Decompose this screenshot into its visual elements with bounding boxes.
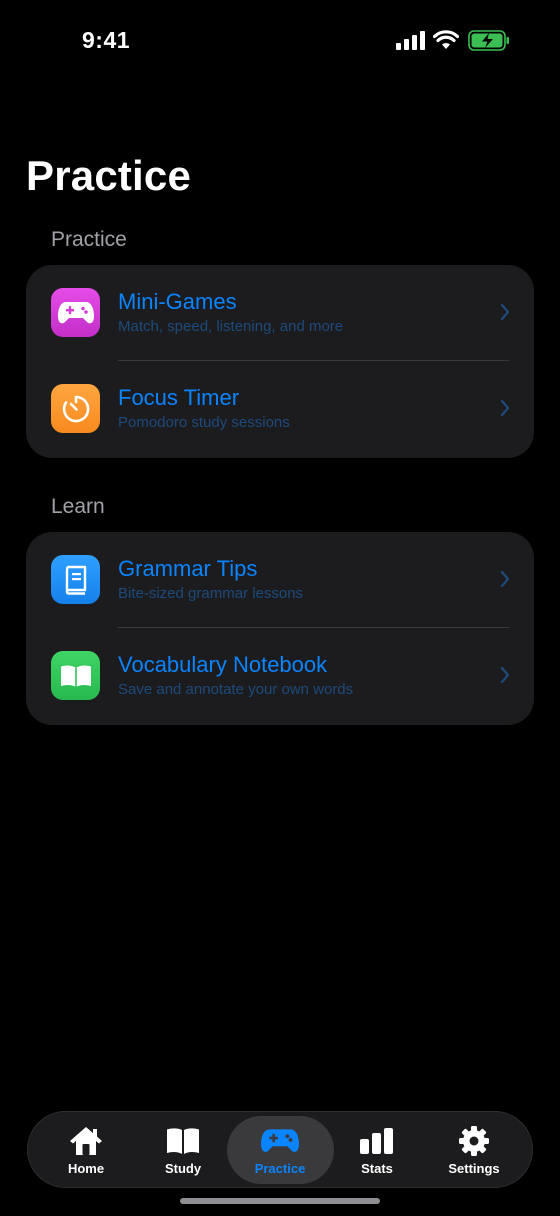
page-title: Practice <box>26 152 192 199</box>
status-time: 9:41 <box>82 27 131 53</box>
list-item-vocabulary-notebook[interactable]: Vocabulary Notebook Save and annotate yo… <box>26 628 534 724</box>
learn-card: Grammar Tips Bite-sized grammar lessons … <box>26 532 534 725</box>
tab-home[interactable]: Home <box>36 1112 136 1189</box>
item-title: Focus Timer <box>118 385 240 410</box>
wifi-icon <box>433 30 459 49</box>
chevron-right-icon <box>500 570 510 588</box>
item-title: Grammar Tips <box>118 556 258 581</box>
battery-charging-icon <box>468 30 509 51</box>
item-title: Vocabulary Notebook <box>118 652 328 677</box>
section-header-practice: Practice <box>51 228 127 251</box>
item-title: Mini-Games <box>118 289 237 314</box>
tab-label: Practice <box>254 1161 306 1176</box>
home-indicator[interactable] <box>180 1198 380 1204</box>
chevron-right-icon <box>500 666 510 684</box>
item-subtitle: Bite-sized grammar lessons <box>118 585 304 602</box>
open-book-icon <box>51 651 100 700</box>
list-item-mini-games[interactable]: Mini-Games Match, speed, listening, and … <box>26 265 534 361</box>
list-item-focus-timer[interactable]: Focus Timer Pomodoro study sessions <box>26 361 534 457</box>
chevron-right-icon <box>500 303 510 321</box>
list-item-grammar-tips[interactable]: Grammar Tips Bite-sized grammar lessons <box>26 532 534 628</box>
gamepad-icon <box>51 288 100 337</box>
book-icon <box>51 555 100 604</box>
item-subtitle: Pomodoro study sessions <box>118 414 290 431</box>
gamepad-icon <box>260 1125 300 1157</box>
house-icon <box>66 1125 106 1157</box>
practice-card: Mini-Games Match, speed, listening, and … <box>26 265 534 458</box>
tab-label: Home <box>67 1161 105 1176</box>
status-bar: 9:41 <box>0 0 560 80</box>
tab-stats[interactable]: Stats <box>327 1112 427 1189</box>
tab-bar: Home Study Practice Stats Settings <box>27 1111 533 1188</box>
tab-label: Settings <box>448 1161 500 1176</box>
tab-label: Study <box>164 1161 202 1176</box>
item-subtitle: Match, speed, listening, and more <box>118 318 344 335</box>
gear-icon <box>454 1125 494 1157</box>
timer-icon <box>51 384 100 433</box>
tab-settings[interactable]: Settings <box>424 1112 524 1189</box>
tab-label: Stats <box>361 1161 393 1176</box>
chevron-right-icon <box>500 399 510 417</box>
section-header-learn: Learn <box>51 495 105 518</box>
tab-study[interactable]: Study <box>133 1112 233 1189</box>
book-open-icon <box>163 1125 203 1157</box>
bar-chart-icon <box>357 1125 397 1157</box>
item-subtitle: Save and annotate your own words <box>118 681 354 698</box>
cellular-signal-icon <box>396 31 425 50</box>
tab-practice[interactable]: Practice <box>230 1112 330 1189</box>
